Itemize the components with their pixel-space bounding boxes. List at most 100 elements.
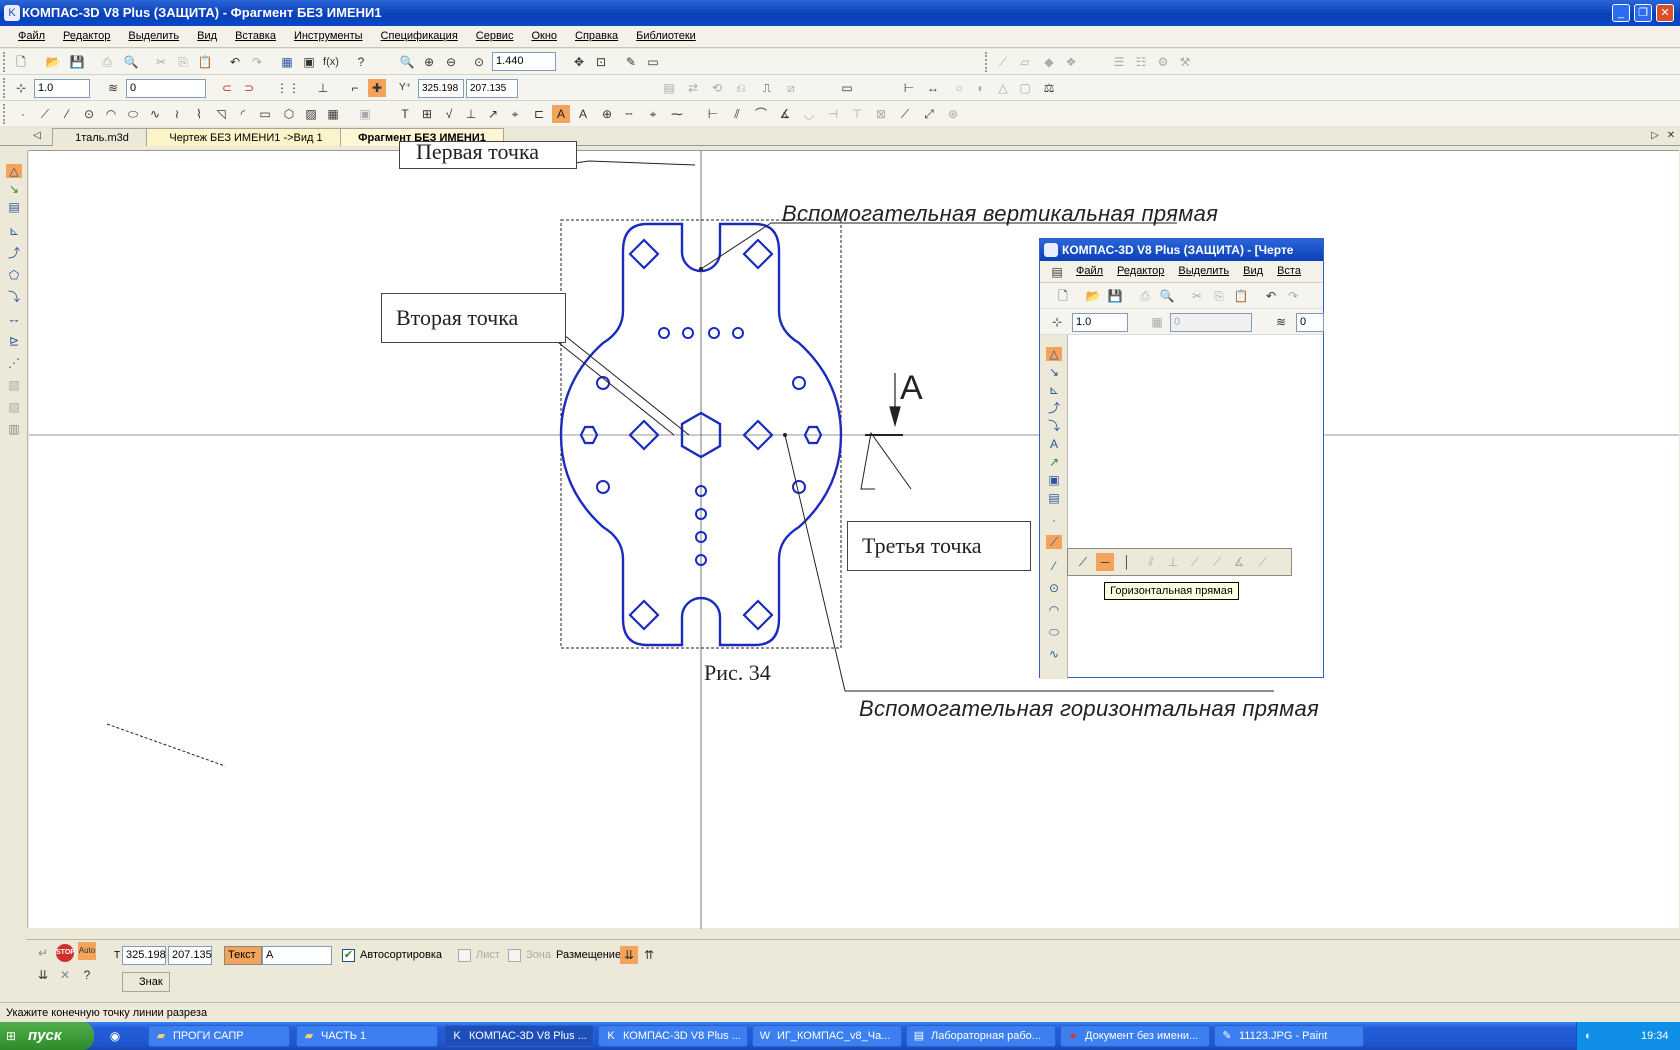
menu-service[interactable]: Сервис: [467, 26, 523, 42]
menu-view[interactable]: Вид: [188, 26, 226, 42]
help-pointer-icon[interactable]: ?: [352, 53, 370, 71]
measure-icon-3[interactable]: ○: [950, 79, 968, 97]
measure-icon-2[interactable]: ↔: [924, 79, 942, 97]
task-kompas-1[interactable]: K КОМПАС-3D V8 Plus ...: [444, 1025, 594, 1047]
toolbar-grip[interactable]: [3, 78, 8, 98]
panel-params-icon[interactable]: ⇊: [34, 966, 52, 984]
measure-icon-7[interactable]: ⚖: [1040, 79, 1058, 97]
menu-libraries[interactable]: Библиотеки: [627, 26, 705, 42]
drawing-canvas[interactable]: Первая точка Вторая точка Третья точка В…: [29, 141, 1679, 929]
menu-insert[interactable]: Вставка: [226, 26, 285, 42]
new-file-icon[interactable]: 🗋: [12, 53, 30, 71]
task-paint[interactable]: ✎ 11123.JPG - Paint: [1214, 1025, 1364, 1047]
open-file-icon[interactable]: 📂: [44, 53, 62, 71]
text-tab[interactable]: Текст: [224, 946, 262, 965]
polygon-icon[interactable]: ⬡: [280, 105, 298, 123]
circle-icon[interactable]: ⊙: [80, 105, 98, 123]
kompas-app-icon[interactable]: K: [4, 5, 20, 21]
cursor-x-field[interactable]: 325.198: [418, 79, 464, 98]
zoom-scale-field[interactable]: 1.440: [492, 52, 556, 71]
cursor-y-field[interactable]: 207.135: [466, 79, 518, 98]
layers-icon[interactable]: ≋: [104, 79, 122, 97]
view-arrow-icon[interactable]: ⊏: [530, 105, 548, 123]
spec-icon-2[interactable]: ☷: [1132, 53, 1150, 71]
tray-icon[interactable]: ◐: [1585, 1022, 1592, 1050]
grid-step-icon[interactable]: ⊹: [12, 79, 30, 97]
measure-icon-1[interactable]: ⊢: [900, 79, 918, 97]
panel-y-field[interactable]: 207.135: [168, 946, 212, 965]
dim-arc-icon[interactable]: ◡: [800, 105, 818, 123]
edit-icon-4[interactable]: ⎌: [732, 79, 750, 97]
sheet-checkbox[interactable]: [458, 949, 471, 962]
menu-tools[interactable]: Инструменты: [285, 26, 372, 42]
parametrize-panel-icon[interactable]: ⤴: [6, 246, 22, 260]
pan-icon[interactable]: ✥: [570, 53, 588, 71]
spline-icon[interactable]: ∿: [146, 105, 164, 123]
dim-panel-icon-3[interactable]: ▥: [6, 422, 22, 436]
dim-break-icon[interactable]: ⊠: [872, 105, 890, 123]
save-icon[interactable]: 💾: [68, 53, 86, 71]
display-icon[interactable]: ▭: [644, 53, 662, 71]
spec-panel-icon[interactable]: ⊵: [6, 334, 22, 348]
zone-checkbox[interactable]: [508, 949, 521, 962]
edit-panel-icon[interactable]: ⊾: [6, 224, 22, 238]
text-icon[interactable]: T: [396, 105, 414, 123]
view-label-icon[interactable]: A: [574, 105, 592, 123]
task-progi-sapr[interactable]: ▰ ПРОГИ САПР: [148, 1025, 290, 1047]
point-icon[interactable]: ·: [14, 105, 32, 123]
panel-help-icon[interactable]: ?: [78, 966, 96, 984]
local-cs-icon[interactable]: ⊥: [314, 79, 332, 97]
centre-mark-icon[interactable]: ⊕: [598, 105, 616, 123]
snap-local-icon[interactable]: ⊃: [240, 79, 258, 97]
nurbs-icon[interactable]: ≀: [168, 105, 186, 123]
task-lab-work[interactable]: ▤ Лабораторная рабо...: [906, 1025, 1056, 1047]
section-line-icon[interactable]: A: [552, 105, 570, 123]
toolbar-grip[interactable]: [3, 52, 8, 72]
grid-icon[interactable]: ⋮⋮: [276, 79, 300, 97]
dim-align-icon[interactable]: ⤢: [920, 105, 938, 123]
dim-linear-icon[interactable]: ⊢: [704, 105, 722, 123]
quick-launch-icon[interactable]: ◉: [106, 1027, 124, 1045]
copy-icon[interactable]: ⎘: [174, 53, 192, 71]
hatch-icon[interactable]: ▨: [302, 105, 320, 123]
dim-parallel-icon[interactable]: ⫽: [728, 105, 746, 123]
paste-icon[interactable]: 📋: [196, 53, 214, 71]
measure-icon-6[interactable]: ▢: [1016, 79, 1034, 97]
report-panel-icon[interactable]: ⋰: [6, 356, 22, 370]
tab-scroll-left-icon[interactable]: ◁: [28, 127, 46, 145]
fillet-icon[interactable]: ◜: [234, 105, 252, 123]
tab-drawing[interactable]: Чертеж БЕЗ ИМЕНИ1 ->Вид 1: [146, 128, 346, 146]
table-icon[interactable]: ⊞: [418, 105, 436, 123]
arc-icon[interactable]: ◠: [102, 105, 120, 123]
geometry-panel-icon[interactable]: △: [6, 164, 22, 178]
zoom-out-icon[interactable]: ⊖: [442, 53, 460, 71]
auto-icon[interactable]: Auto: [78, 942, 96, 960]
polyline-icon[interactable]: ⌇: [190, 105, 208, 123]
variables-icon[interactable]: ▣: [300, 53, 318, 71]
clock[interactable]: 19:34: [1641, 1022, 1669, 1050]
dim-height-icon[interactable]: ⊤: [848, 105, 866, 123]
preview-icon[interactable]: 🔍: [122, 53, 140, 71]
leader-icon[interactable]: ↗: [484, 105, 502, 123]
menu-window[interactable]: Окно: [522, 26, 566, 42]
wave-line-icon[interactable]: ⁓: [668, 105, 686, 123]
tab-close-icon[interactable]: ✕: [1662, 127, 1680, 145]
line-scale-field[interactable]: 1.0: [34, 79, 90, 98]
stop-icon[interactable]: STOP: [56, 944, 75, 962]
contour-icon[interactable]: ▦: [324, 105, 342, 123]
snap-magnet-icon[interactable]: ⊂: [218, 79, 236, 97]
edit-icon-2[interactable]: ⇄: [684, 79, 702, 97]
aux-line-icon[interactable]: ⟋: [36, 105, 54, 123]
undo-icon[interactable]: ↶: [226, 53, 244, 71]
chamfer-icon[interactable]: ◹: [212, 105, 230, 123]
text-value-field[interactable]: А: [262, 946, 332, 965]
dimensions-panel-icon[interactable]: ↘: [6, 182, 22, 196]
dim-edit-icon[interactable]: ⟋: [896, 105, 914, 123]
dim-panel-icon-1[interactable]: ▧: [6, 378, 22, 392]
tab-part[interactable]: 1таль.m3d: [52, 128, 152, 146]
edit-icon-6[interactable]: ⧄: [782, 79, 800, 97]
symbols-panel-icon[interactable]: ▤: [6, 200, 22, 214]
task-chast-1[interactable]: ▰ ЧАСТЬ 1: [296, 1025, 438, 1047]
placement-option-1-icon[interactable]: ⇊: [620, 946, 638, 964]
axis-icon[interactable]: ╌: [620, 105, 638, 123]
